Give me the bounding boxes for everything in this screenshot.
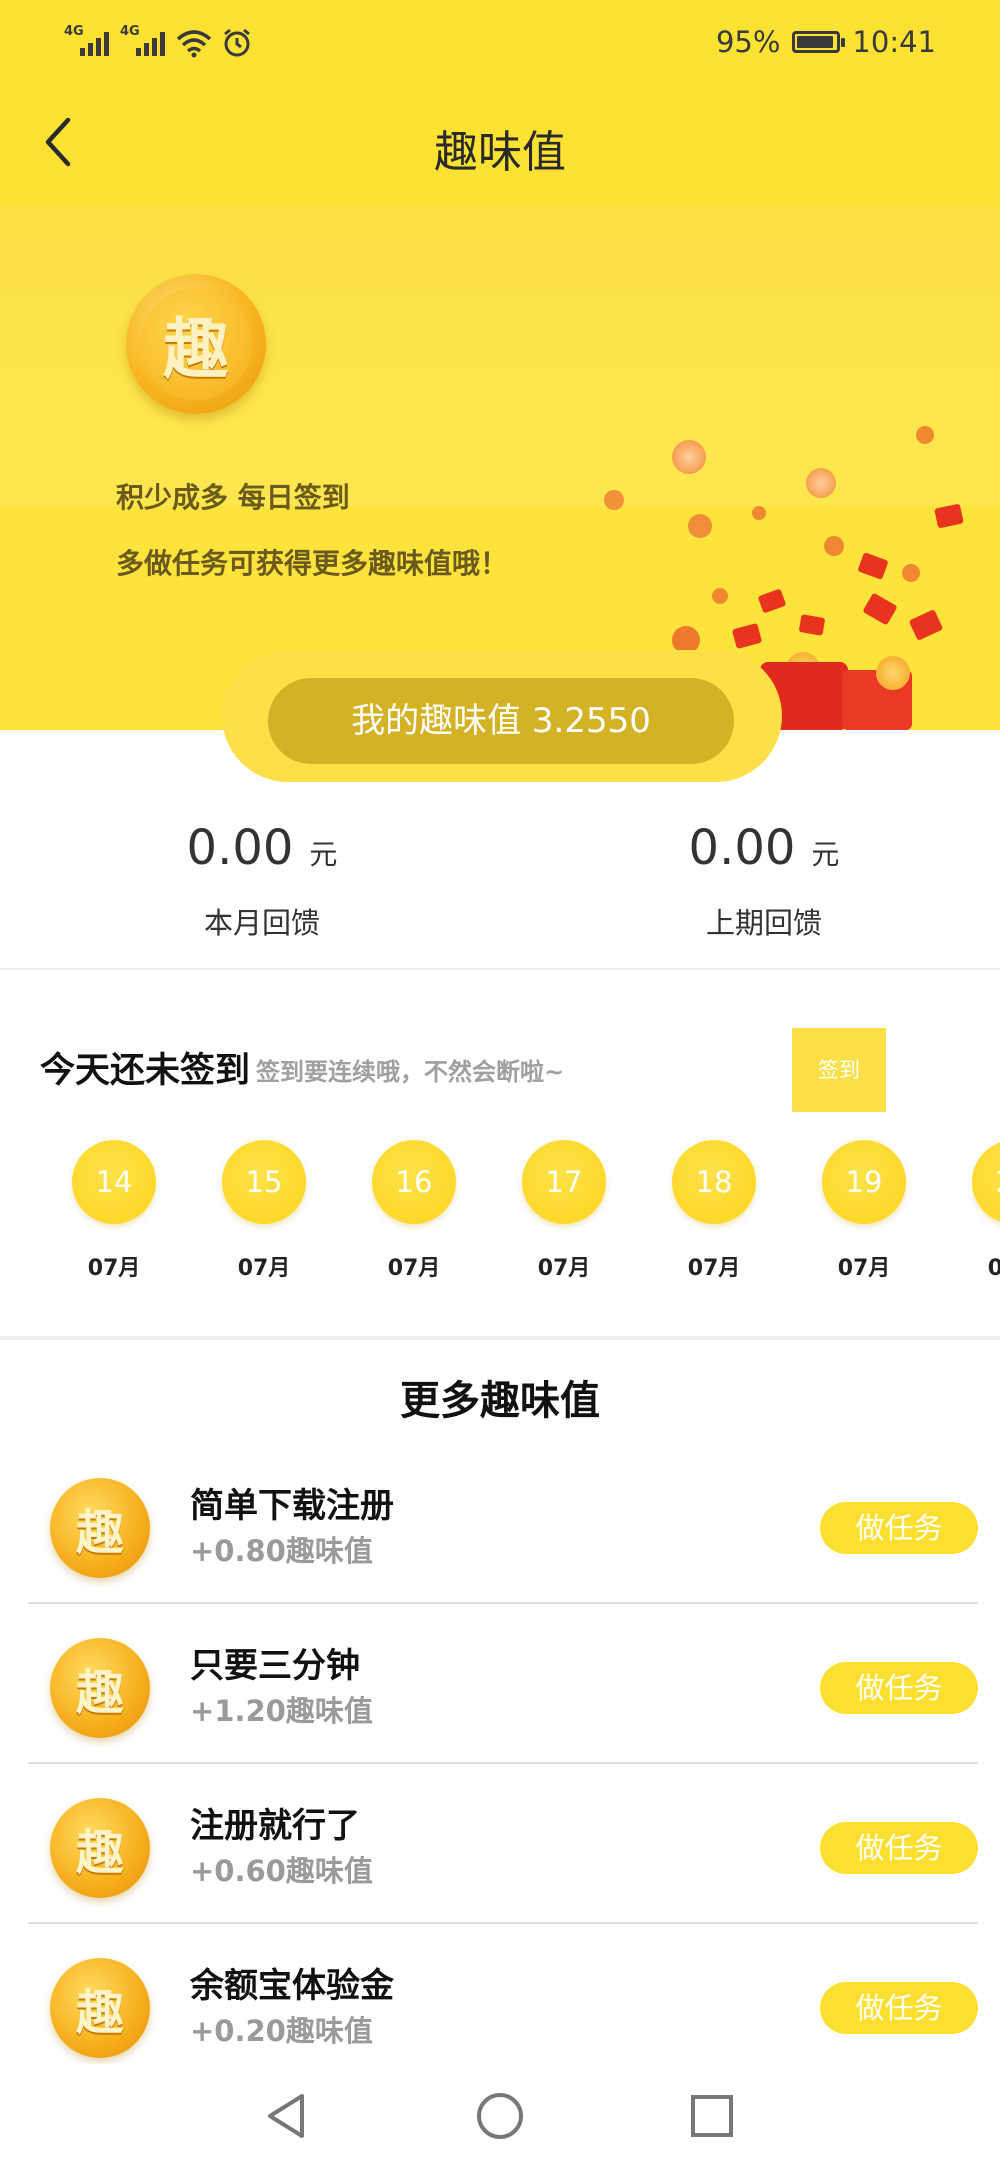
task-name: 简单下载注册: [190, 1486, 394, 1526]
checkin-day: 19 07月: [822, 1140, 906, 1282]
battery-icon: [792, 31, 846, 53]
task-item: 趣 只要三分钟 +1.20趣味值 做任务: [28, 1604, 978, 1764]
checkin-day-clip: 20 07月: [972, 1140, 1000, 1280]
task-reward: +0.60趣味值: [190, 1854, 373, 1888]
fun-coin-icon: 趣: [50, 1638, 150, 1738]
fun-coin-icon: 趣: [50, 1958, 150, 2058]
task-name: 余额宝体验金: [190, 1966, 394, 2006]
checkin-day: 20 07月: [972, 1140, 1000, 1280]
wifi-icon: [176, 30, 212, 58]
status-right: 95% 10:41: [716, 22, 936, 62]
recents-square-icon[interactable]: [684, 2088, 740, 2144]
checkin-day: 14 07月: [72, 1140, 156, 1282]
day-month: 07月: [237, 1256, 291, 1281]
day-month: 07月: [87, 1256, 141, 1281]
stat-value: 0.00: [688, 820, 796, 876]
do-task-button[interactable]: 做任务: [820, 1662, 978, 1714]
system-navigation-bar: [0, 2064, 1000, 2167]
stat-label: 上期回馈: [705, 906, 822, 940]
my-fun-value-button[interactable]: 我的趣味值 3.2550: [268, 678, 734, 764]
checkin-day: 16 07月: [372, 1140, 456, 1282]
checkin-day: 17 07月: [522, 1140, 606, 1282]
do-task-button[interactable]: 做任务: [820, 1502, 978, 1554]
task-reward: +0.20趣味值: [190, 2014, 373, 2048]
day-month: 07月: [537, 1256, 591, 1281]
stat-unit: 元: [811, 838, 840, 871]
day-number: 18: [672, 1140, 756, 1224]
status-left: 4G 4G: [64, 22, 252, 58]
do-task-button[interactable]: 做任务: [820, 1982, 978, 2034]
status-bar: 4G 4G 95% 10:41: [0, 0, 1000, 86]
tasks-section-title: 更多趣味值: [400, 1378, 600, 1424]
signal-icon: 4G: [64, 24, 110, 58]
section-divider: [0, 1336, 1000, 1340]
stat-last-period: 0.00 元 上期回馈: [594, 820, 934, 942]
do-task-button[interactable]: 做任务: [820, 1822, 978, 1874]
checkin-button[interactable]: 签到: [792, 1028, 886, 1112]
fun-coin-icon: 趣: [126, 274, 266, 414]
checkin-hint: 签到要连续哦，不然会断啦~: [256, 1058, 565, 1086]
task-item: 趣 余额宝体验金 +0.20趣味值 做任务: [28, 1924, 978, 2084]
back-triangle-icon[interactable]: [258, 2088, 314, 2144]
day-month: 07月: [837, 1256, 891, 1281]
day-number: 16: [372, 1140, 456, 1224]
day-month: 07月: [987, 1256, 1000, 1280]
home-circle-icon[interactable]: [472, 2088, 528, 2144]
alarm-icon: [224, 28, 250, 57]
divider: [0, 968, 1000, 970]
task-reward: +1.20趣味值: [190, 1694, 373, 1728]
app-header: 趣味值: [0, 86, 1000, 206]
fun-coin-char: 趣: [140, 288, 252, 400]
coin-char: 趣: [75, 1505, 124, 1561]
day-month: 07月: [387, 1256, 441, 1281]
coin-char: 趣: [75, 1825, 124, 1881]
fun-coin-icon: 趣: [50, 1478, 150, 1578]
stat-label: 本月回馈: [203, 906, 320, 940]
coin-char: 趣: [75, 1985, 124, 2041]
day-number: 19: [822, 1140, 906, 1224]
task-item: 趣 注册就行了 +0.60趣味值 做任务: [28, 1764, 978, 1924]
stat-this-month: 0.00 元 本月回馈: [92, 820, 432, 942]
task-item: 趣 简单下载注册 +0.80趣味值 做任务: [28, 1444, 978, 1604]
task-reward: +0.80趣味值: [190, 1534, 373, 1568]
day-number: 20: [972, 1140, 1000, 1224]
checkin-status-title: 今天还未签到: [40, 1051, 251, 1091]
battery-percent: 95%: [715, 25, 781, 59]
task-name: 注册就行了: [190, 1806, 360, 1846]
clock: 10:41: [852, 25, 936, 59]
page-title: 趣味值: [434, 127, 566, 178]
checkin-day: 15 07月: [222, 1140, 306, 1282]
hero-slogan: 积少成多 每日签到: [116, 481, 350, 514]
coin-char: 趣: [75, 1665, 124, 1721]
fun-coin-icon: 趣: [50, 1798, 150, 1898]
day-number: 14: [72, 1140, 156, 1224]
day-number: 15: [222, 1140, 306, 1224]
checkin-day: 18 07月: [672, 1140, 756, 1282]
signal-icon: 4G: [120, 24, 166, 58]
task-name: 只要三分钟: [190, 1646, 360, 1686]
stat-unit: 元: [309, 838, 338, 871]
day-number: 17: [522, 1140, 606, 1224]
day-month: 07月: [687, 1256, 741, 1281]
hero-subslogan: 多做任务可获得更多趣味值哦！: [116, 547, 509, 580]
stat-value: 0.00: [186, 820, 294, 876]
